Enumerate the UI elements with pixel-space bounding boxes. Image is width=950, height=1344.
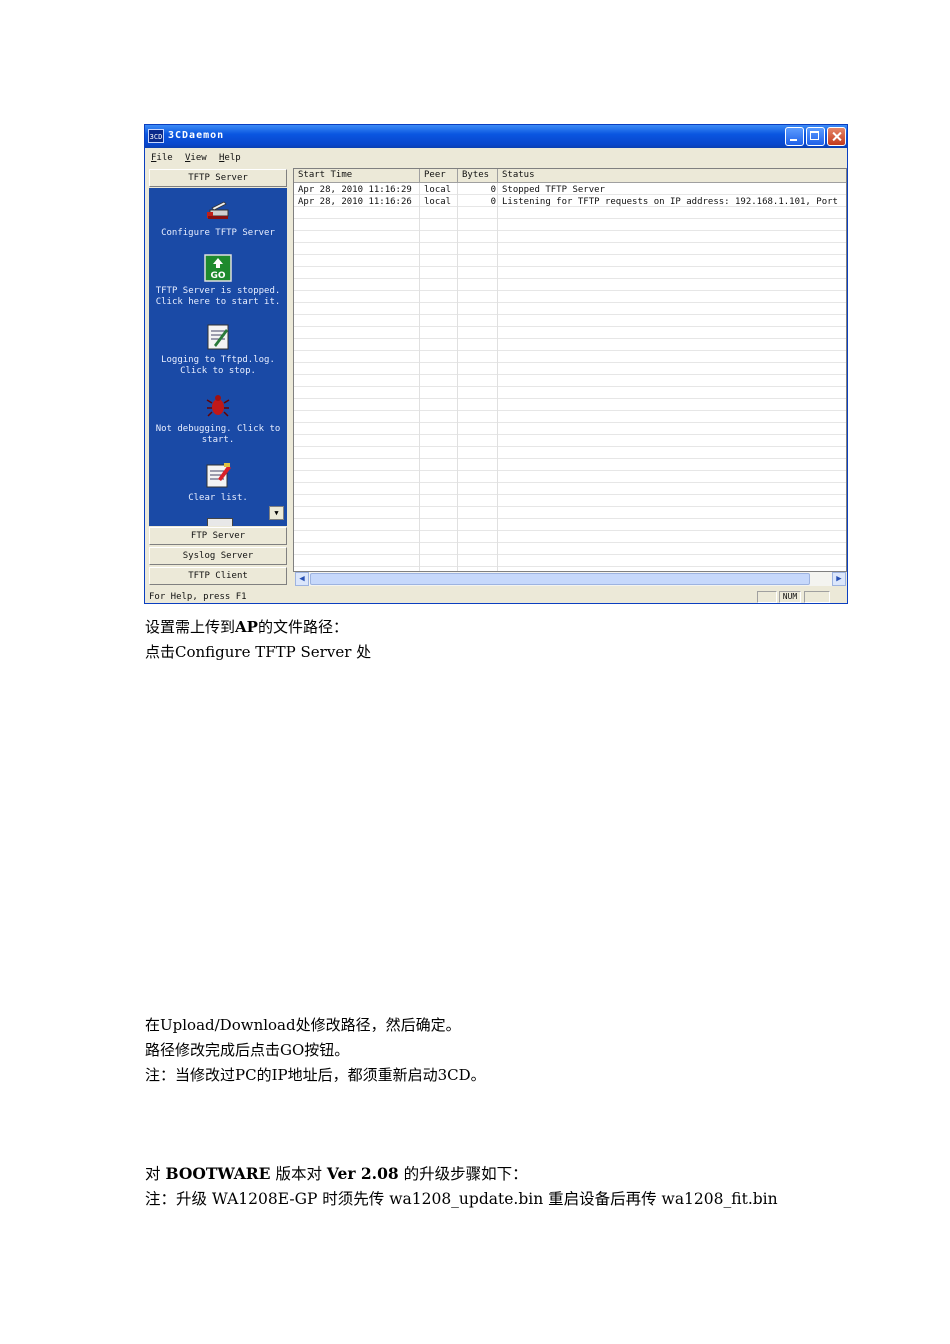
menu-view[interactable]: View bbox=[185, 153, 207, 163]
svg-text:GO: GO bbox=[210, 271, 225, 281]
bug-icon bbox=[206, 395, 230, 417]
num-lock-indicator: NUM bbox=[779, 591, 801, 603]
clear-list-icon bbox=[206, 463, 231, 488]
cell-status: Stopped TFTP Server bbox=[502, 185, 605, 195]
column-peer[interactable]: Peer bbox=[420, 169, 458, 183]
cell-start-time: Apr 28, 2010 11:16:29 bbox=[298, 185, 412, 195]
start-tftp-action[interactable]: GO TFTP Server is stopped. Click here to… bbox=[149, 254, 287, 308]
status-bar: For Help, press F1 NUM bbox=[145, 589, 847, 603]
left-panel: TFTP Server Configure TFTP Server GO TFT… bbox=[147, 168, 289, 586]
wrench-knife-icon bbox=[207, 201, 229, 219]
clear-list-label: Clear list. bbox=[188, 493, 248, 503]
list-gridlines bbox=[294, 183, 846, 571]
column-bytes[interactable]: Bytes bbox=[458, 169, 498, 183]
table-row[interactable]: Apr 28, 2010 11:16:29 local 0 Stopped TF… bbox=[294, 184, 846, 196]
scroll-right-button[interactable]: ▶ bbox=[832, 572, 846, 586]
tab-syslog-server[interactable]: Syslog Server bbox=[149, 547, 287, 565]
close-button[interactable] bbox=[827, 127, 846, 146]
tftp-stopped-label: TFTP Server is stopped. Click here to st… bbox=[155, 286, 281, 307]
doc-line-upload-path: 设置需上传到AP的文件路径： bbox=[145, 618, 348, 636]
log-notepad-icon bbox=[207, 324, 229, 350]
list-header: Start Time Peer Bytes Status bbox=[294, 169, 846, 183]
app-window: 3CD 3CDaemon File View Help TFTP Server … bbox=[144, 124, 848, 604]
debugging-label: Not debugging. Click to start. bbox=[155, 424, 281, 445]
clear-list-action[interactable]: Clear list. bbox=[149, 461, 287, 504]
scroll-left-button[interactable]: ◀ bbox=[295, 572, 309, 586]
menu-file[interactable]: File bbox=[151, 153, 173, 163]
cell-status: Listening for TFTP requests on IP addres… bbox=[502, 197, 838, 207]
title-bar[interactable]: 3CD 3CDaemon bbox=[145, 125, 847, 148]
doc-line-upgrade-note: 注：升级 WA1208E-GP 时须先传 wa1208_update.bin 重… bbox=[145, 1190, 778, 1208]
status-help-text: For Help, press F1 bbox=[149, 592, 247, 602]
partial-icon bbox=[207, 518, 233, 526]
logging-label: Logging to Tftpd.log. Click to stop. bbox=[161, 355, 275, 376]
tab-tftp-client[interactable]: TFTP Client bbox=[149, 567, 287, 585]
column-start-time[interactable]: Start Time bbox=[294, 169, 420, 183]
app-icon: 3CD bbox=[148, 129, 164, 143]
debugging-action[interactable]: Not debugging. Click to start. bbox=[149, 392, 287, 446]
tab-tftp-server[interactable]: TFTP Server bbox=[149, 169, 287, 187]
configure-tftp-action[interactable]: Configure TFTP Server bbox=[149, 196, 287, 239]
menu-bar: File View Help bbox=[145, 149, 847, 167]
doc-line-upgrade-steps: 对 BOOTWARE 版本对 Ver 2.08 的升级步骤如下： bbox=[145, 1164, 528, 1183]
window-title: 3CDaemon bbox=[168, 130, 225, 141]
configure-tftp-label: Configure TFTP Server bbox=[161, 228, 275, 238]
doc-line-click-go: 路径修改完成后点击GO按钮。 bbox=[145, 1041, 350, 1059]
minimize-button[interactable] bbox=[785, 127, 804, 146]
status-pane bbox=[757, 591, 777, 603]
maximize-button[interactable] bbox=[806, 127, 825, 146]
cell-start-time: Apr 28, 2010 11:16:26 bbox=[298, 197, 412, 207]
tab-ftp-server[interactable]: FTP Server bbox=[149, 527, 287, 545]
go-icon: GO bbox=[204, 254, 232, 282]
scroll-down-button[interactable]: ▼ bbox=[269, 506, 284, 520]
menu-help[interactable]: Help bbox=[219, 153, 241, 163]
horizontal-scrollbar[interactable]: ◀ ▶ bbox=[295, 572, 846, 586]
status-pane bbox=[804, 591, 830, 603]
doc-line-note-restart: 注：当修改过PC的IP地址后，都须重新启动3CD。 bbox=[145, 1066, 486, 1084]
column-status[interactable]: Status bbox=[498, 169, 846, 183]
cell-bytes: 0 bbox=[490, 197, 496, 207]
scroll-thumb[interactable] bbox=[310, 573, 810, 585]
log-list[interactable]: Start Time Peer Bytes Status Apr 28, 201… bbox=[293, 168, 847, 572]
doc-line-modify-path: 在Upload/Download处修改路径，然后确定。 bbox=[145, 1016, 461, 1034]
logging-action[interactable]: Logging to Tftpd.log. Click to stop. bbox=[149, 323, 287, 377]
doc-line-click-configure: 点击Configure TFTP Server 处 bbox=[145, 643, 372, 661]
table-row[interactable]: Apr 28, 2010 11:16:26 local 0 Listening … bbox=[294, 196, 846, 208]
cell-peer: local bbox=[424, 197, 452, 207]
tftp-actions-panel: Configure TFTP Server GO TFTP Server is … bbox=[149, 188, 287, 526]
cell-bytes: 0 bbox=[490, 185, 496, 195]
cell-peer: local bbox=[424, 185, 452, 195]
